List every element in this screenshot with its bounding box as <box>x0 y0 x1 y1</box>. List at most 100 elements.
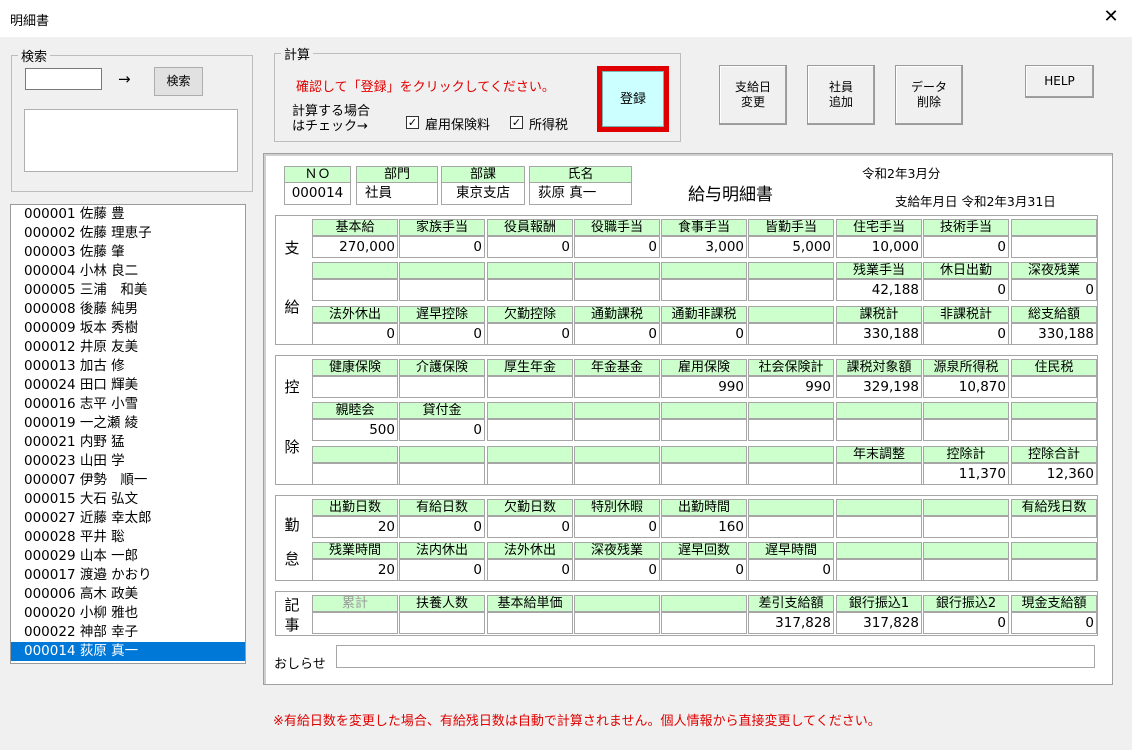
deduction-value-cell[interactable]: 11,370 <box>923 463 1009 485</box>
attendance-value-cell[interactable] <box>923 559 1009 581</box>
employee-list-item[interactable]: 000009 坂本 秀樹 <box>11 319 245 338</box>
attendance-value-cell[interactable]: 0 <box>661 559 747 581</box>
deduction-value-cell[interactable]: 500 <box>312 419 398 441</box>
pay-value-cell[interactable]: 0 <box>923 279 1009 301</box>
deduction-value-cell[interactable] <box>748 463 834 485</box>
deduction-value-cell[interactable] <box>487 376 573 398</box>
pay-value-cell[interactable] <box>748 323 834 345</box>
pay-value-cell[interactable]: 0 <box>1011 279 1097 301</box>
search-input[interactable] <box>25 68 102 90</box>
employee-list[interactable]: 000001 佐藤 豊 000002 佐藤 理恵子 000003 佐藤 肇 00000… <box>10 204 246 664</box>
employee-list-item[interactable]: 000001 佐藤 豊 <box>11 205 245 224</box>
employee-list-item[interactable]: 000005 三浦 和美 <box>11 281 245 300</box>
deduction-value-cell[interactable] <box>574 376 660 398</box>
close-icon[interactable]: ✕ <box>1100 5 1122 29</box>
deduction-value-cell[interactable] <box>574 463 660 485</box>
pay-value-cell[interactable]: 270,000 <box>312 236 398 258</box>
employee-list-item[interactable]: 000016 志平 小雪 <box>11 395 245 414</box>
employee-list-item[interactable]: 000008 後藤 純男 <box>11 300 245 319</box>
notes-value-cell[interactable] <box>487 612 573 634</box>
deduction-value-cell[interactable] <box>1011 419 1097 441</box>
attendance-value-cell[interactable]: 160 <box>661 516 747 538</box>
deduction-value-cell[interactable]: 329,198 <box>836 376 922 398</box>
employee-list-item[interactable]: 000023 山田 学 <box>11 452 245 471</box>
pay-value-cell[interactable]: 10,000 <box>836 236 922 258</box>
employee-list-item[interactable]: 000003 佐藤 肇 <box>11 243 245 262</box>
deduction-value-cell[interactable] <box>1011 376 1097 398</box>
notice-input[interactable] <box>336 645 1095 668</box>
payday-change-button[interactable]: 支給日 変更 <box>719 65 787 125</box>
employee-list-item[interactable]: 000017 渡邉 かおり <box>11 566 245 585</box>
pay-value-cell[interactable] <box>1011 236 1097 258</box>
employee-list-item[interactable]: 000015 大石 弘文 <box>11 490 245 509</box>
pay-value-cell[interactable]: 5,000 <box>748 236 834 258</box>
notes-value-cell[interactable] <box>399 612 485 634</box>
pay-value-cell[interactable]: 0 <box>923 323 1009 345</box>
employee-list-item[interactable]: 000006 高木 政美 <box>11 585 245 604</box>
pay-value-cell[interactable] <box>399 279 485 301</box>
employee-list-item[interactable]: 000027 近藤 幸太郎 <box>11 509 245 528</box>
deduction-value-cell[interactable] <box>399 376 485 398</box>
attendance-value-cell[interactable] <box>836 559 922 581</box>
help-button[interactable]: HELP <box>1025 65 1094 98</box>
deduction-value-cell[interactable]: 990 <box>748 376 834 398</box>
employee-list-item[interactable]: 000021 内野 猛 <box>11 433 245 452</box>
income-tax-checkbox[interactable]: ✓ <box>510 116 523 129</box>
employment-insurance-checkbox[interactable]: ✓ <box>406 116 419 129</box>
attendance-value-cell[interactable] <box>1011 559 1097 581</box>
search-result-box[interactable] <box>24 109 238 172</box>
deduction-value-cell[interactable] <box>312 376 398 398</box>
add-employee-button[interactable]: 社員 追加 <box>807 65 875 125</box>
pay-value-cell[interactable] <box>661 279 747 301</box>
employee-list-item[interactable]: 000014 荻原 真一 <box>11 642 245 661</box>
deduction-value-cell[interactable] <box>836 419 922 441</box>
attendance-value-cell[interactable]: 0 <box>487 516 573 538</box>
pay-value-cell[interactable] <box>574 279 660 301</box>
attendance-value-cell[interactable]: 0 <box>399 516 485 538</box>
pay-value-cell[interactable]: 0 <box>487 236 573 258</box>
pay-value-cell[interactable]: 0 <box>487 323 573 345</box>
attendance-value-cell[interactable]: 0 <box>574 559 660 581</box>
notes-value-cell[interactable]: 317,828 <box>748 612 834 634</box>
pay-value-cell[interactable]: 0 <box>574 323 660 345</box>
pay-value-cell[interactable]: 330,188 <box>836 323 922 345</box>
deduction-value-cell[interactable] <box>661 419 747 441</box>
pay-value-cell[interactable]: 42,188 <box>836 279 922 301</box>
pay-value-cell[interactable] <box>487 279 573 301</box>
pay-value-cell[interactable]: 3,000 <box>661 236 747 258</box>
pay-value-cell[interactable]: 0 <box>661 323 747 345</box>
attendance-value-cell[interactable]: 0 <box>574 516 660 538</box>
attendance-value-cell[interactable] <box>748 516 834 538</box>
pay-value-cell[interactable]: 0 <box>399 236 485 258</box>
attendance-value-cell[interactable]: 20 <box>312 516 398 538</box>
deduction-value-cell[interactable]: 990 <box>661 376 747 398</box>
delete-data-button[interactable]: データ 削除 <box>895 65 963 125</box>
deduction-value-cell[interactable] <box>923 419 1009 441</box>
employee-list-item[interactable]: 000020 小柳 雅也 <box>11 604 245 623</box>
deduction-value-cell[interactable]: 0 <box>399 419 485 441</box>
employee-list-item[interactable]: 000004 小林 良二 <box>11 262 245 281</box>
deduction-value-cell[interactable] <box>836 463 922 485</box>
employee-list-item[interactable]: 000002 佐藤 理恵子 <box>11 224 245 243</box>
attendance-value-cell[interactable]: 0 <box>748 559 834 581</box>
deduction-value-cell[interactable] <box>487 463 573 485</box>
employee-list-item[interactable]: 000029 山本 一郎 <box>11 547 245 566</box>
pay-value-cell[interactable] <box>312 279 398 301</box>
notes-value-cell[interactable]: 0 <box>1011 612 1097 634</box>
notes-value-cell[interactable] <box>312 612 398 634</box>
pay-value-cell[interactable] <box>748 279 834 301</box>
notes-value-cell[interactable] <box>574 612 660 634</box>
notes-value-cell[interactable]: 0 <box>923 612 1009 634</box>
notes-value-cell[interactable]: 317,828 <box>836 612 922 634</box>
deduction-value-cell[interactable] <box>487 419 573 441</box>
deduction-value-cell[interactable] <box>748 419 834 441</box>
attendance-value-cell[interactable] <box>1011 516 1097 538</box>
employee-list-item[interactable]: 000019 一之瀬 綾 <box>11 414 245 433</box>
deduction-value-cell[interactable] <box>574 419 660 441</box>
attendance-value-cell[interactable] <box>836 516 922 538</box>
deduction-value-cell[interactable]: 10,870 <box>923 376 1009 398</box>
employee-list-item[interactable]: 000028 平井 聡 <box>11 528 245 547</box>
search-button[interactable]: 検索 <box>154 67 203 96</box>
attendance-value-cell[interactable]: 20 <box>312 559 398 581</box>
employee-list-item[interactable]: 000024 田口 輝美 <box>11 376 245 395</box>
